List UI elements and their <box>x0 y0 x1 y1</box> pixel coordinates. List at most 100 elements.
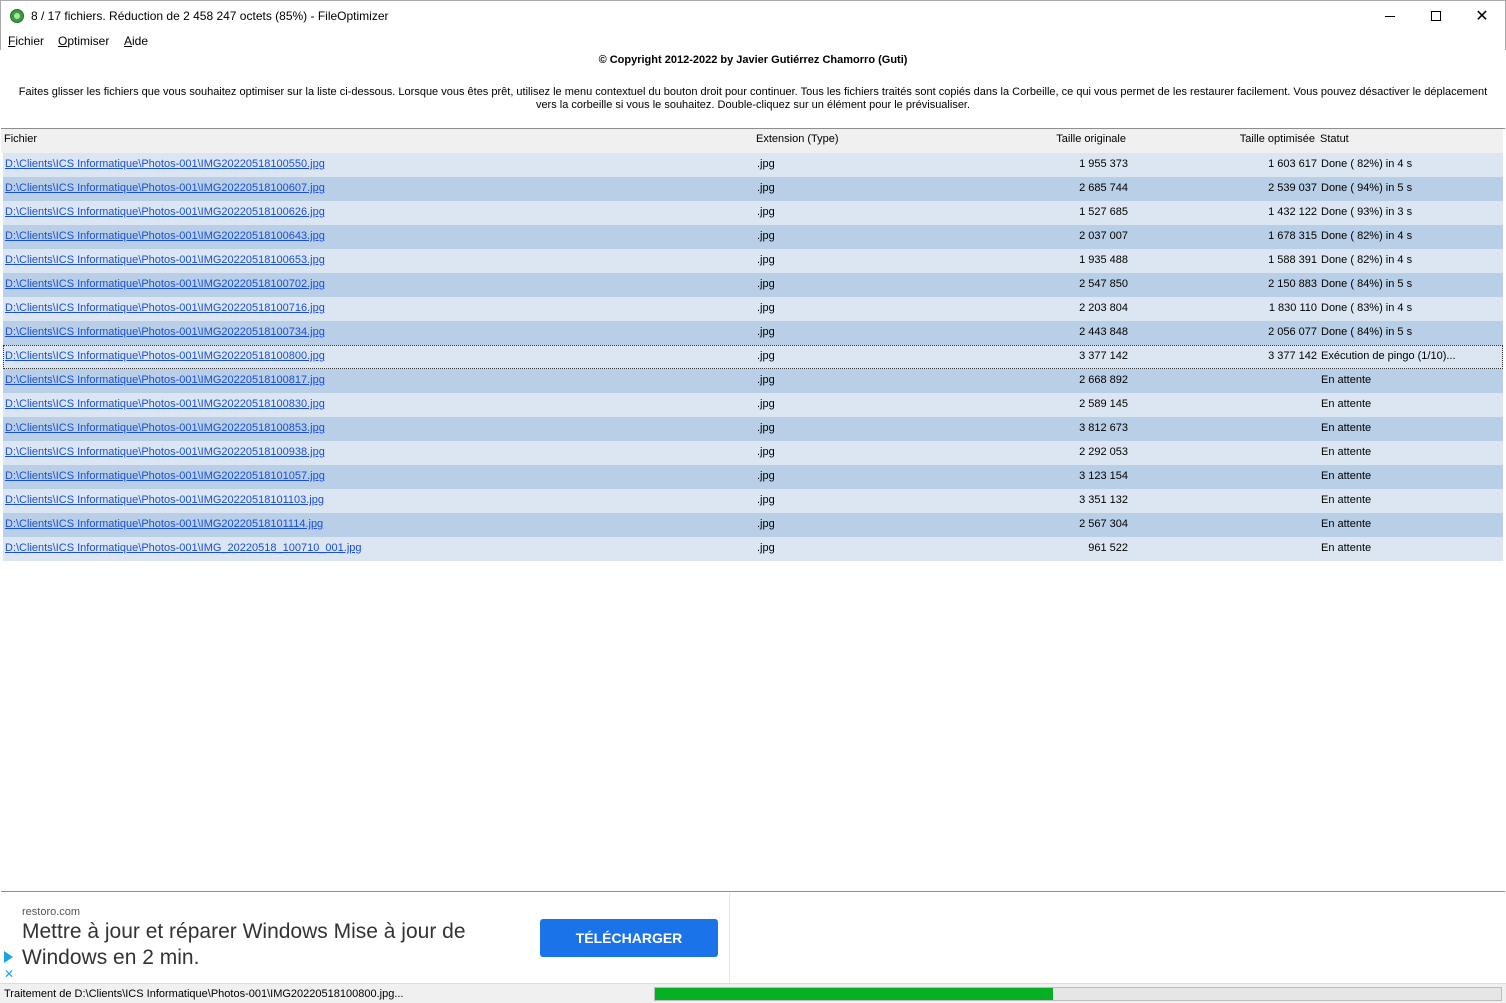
table-row[interactable]: D:\Clients\ICS Informatique\Photos-001\I… <box>3 225 1503 249</box>
file-path-cell[interactable]: D:\Clients\ICS Informatique\Photos-001\I… <box>5 158 325 170</box>
table-row[interactable]: D:\Clients\ICS Informatique\Photos-001\I… <box>3 369 1503 393</box>
progress-bar <box>654 987 1502 1001</box>
menu-optimiser[interactable]: Optimiser <box>58 34 109 48</box>
file-path-cell[interactable]: D:\Clients\ICS Informatique\Photos-001\I… <box>5 470 325 482</box>
progress-fill <box>655 988 1053 1000</box>
optimized-size-cell: 1 603 617 <box>1268 158 1317 170</box>
optimized-size-cell: 1 830 110 <box>1268 302 1317 314</box>
minimize-icon <box>1385 15 1395 17</box>
original-size-cell: 2 589 145 <box>1079 398 1128 410</box>
file-path-cell[interactable]: D:\Clients\ICS Informatique\Photos-001\I… <box>5 446 325 458</box>
ad-download-button[interactable]: TÉLÉCHARGER <box>540 919 718 957</box>
column-header-status[interactable]: Statut <box>1320 133 1349 145</box>
window-title: 8 / 17 fichiers. Réduction de 2 458 247 … <box>31 9 389 23</box>
table-row[interactable]: D:\Clients\ICS Informatique\Photos-001\I… <box>3 537 1503 561</box>
original-size-cell: 3 351 132 <box>1079 494 1128 506</box>
file-path-cell[interactable]: D:\Clients\ICS Informatique\Photos-001\I… <box>5 206 325 218</box>
file-path-cell[interactable]: D:\Clients\ICS Informatique\Photos-001\I… <box>5 374 325 386</box>
status-cell: En attente <box>1321 446 1372 458</box>
ad-choices-play-icon[interactable] <box>4 951 13 963</box>
status-cell: Exécution de pingo (1/10)... <box>1321 350 1456 362</box>
table-row[interactable]: D:\Clients\ICS Informatique\Photos-001\I… <box>3 465 1503 489</box>
status-cell: Done ( 84%) in 5 s <box>1321 326 1413 338</box>
table-row[interactable]: D:\Clients\ICS Informatique\Photos-001\I… <box>3 201 1503 225</box>
table-row[interactable]: D:\Clients\ICS Informatique\Photos-001\I… <box>3 321 1503 345</box>
column-header-file[interactable]: Fichier <box>4 133 37 145</box>
file-path-cell[interactable]: D:\Clients\ICS Informatique\Photos-001\I… <box>5 254 325 266</box>
file-path-cell[interactable]: D:\Clients\ICS Informatique\Photos-001\I… <box>5 422 325 434</box>
menu-fichier[interactable]: Fichier <box>8 34 44 48</box>
status-cell: En attente <box>1321 494 1372 506</box>
original-size-cell: 2 203 804 <box>1079 302 1128 314</box>
column-header-extension[interactable]: Extension (Type) <box>756 133 839 145</box>
menu-aide-mnemonic: A <box>124 34 133 48</box>
file-path-cell[interactable]: D:\Clients\ICS Informatique\Photos-001\I… <box>5 518 323 530</box>
ad-headline[interactable]: Mettre à jour et réparer Windows Mise à … <box>22 919 522 971</box>
file-list[interactable]: Fichier Extension (Type) Taille original… <box>1 128 1505 892</box>
optimized-size-cell: 1 678 315 <box>1268 230 1317 242</box>
file-path-cell[interactable]: D:\Clients\ICS Informatique\Photos-001\I… <box>5 350 325 362</box>
original-size-cell: 1 955 373 <box>1079 158 1128 170</box>
table-row[interactable]: D:\Clients\ICS Informatique\Photos-001\I… <box>3 417 1503 441</box>
status-cell: Done ( 84%) in 5 s <box>1321 278 1413 290</box>
status-cell: En attente <box>1321 398 1372 410</box>
ad-close-icon[interactable]: ✕ <box>4 967 14 981</box>
minimize-button[interactable] <box>1367 1 1413 31</box>
extension-cell: .jpg <box>757 446 775 458</box>
status-cell: Done ( 82%) in 4 s <box>1321 230 1413 242</box>
file-path-cell[interactable]: D:\Clients\ICS Informatique\Photos-001\I… <box>5 398 325 410</box>
file-path-cell[interactable]: D:\Clients\ICS Informatique\Photos-001\I… <box>5 182 325 194</box>
maximize-icon <box>1431 11 1441 21</box>
extension-cell: .jpg <box>757 542 775 554</box>
table-row[interactable]: D:\Clients\ICS Informatique\Photos-001\I… <box>3 177 1503 201</box>
menu-fichier-rest: ichier <box>15 34 45 48</box>
title-bar: 8 / 17 fichiers. Réduction de 2 458 247 … <box>0 0 1506 31</box>
menu-aide[interactable]: Aide <box>124 34 148 48</box>
table-row[interactable]: D:\Clients\ICS Informatique\Photos-001\I… <box>3 393 1503 417</box>
original-size-cell: 3 377 142 <box>1079 350 1128 362</box>
original-size-cell: 3 812 673 <box>1079 422 1128 434</box>
table-row[interactable]: D:\Clients\ICS Informatique\Photos-001\I… <box>3 513 1503 537</box>
original-size-cell: 1 527 685 <box>1079 206 1128 218</box>
extension-cell: .jpg <box>757 518 775 530</box>
optimized-size-cell: 1 588 391 <box>1268 254 1317 266</box>
extension-cell: .jpg <box>757 470 775 482</box>
original-size-cell: 2 292 053 <box>1079 446 1128 458</box>
optimized-size-cell: 2 150 883 <box>1268 278 1317 290</box>
ad-banner[interactable]: restoro.com Mettre à jour et réparer Win… <box>1 893 729 983</box>
table-row[interactable]: D:\Clients\ICS Informatique\Photos-001\I… <box>3 249 1503 273</box>
original-size-cell: 3 123 154 <box>1079 470 1128 482</box>
file-path-cell[interactable]: D:\Clients\ICS Informatique\Photos-001\I… <box>5 542 362 554</box>
file-path-cell[interactable]: D:\Clients\ICS Informatique\Photos-001\I… <box>5 278 325 290</box>
original-size-cell: 2 037 007 <box>1079 230 1128 242</box>
extension-cell: .jpg <box>757 422 775 434</box>
status-cell: En attente <box>1321 542 1372 554</box>
table-row[interactable]: D:\Clients\ICS Informatique\Photos-001\I… <box>3 345 1503 369</box>
extension-cell: .jpg <box>757 326 775 338</box>
file-path-cell[interactable]: D:\Clients\ICS Informatique\Photos-001\I… <box>5 302 325 314</box>
status-cell: En attente <box>1321 470 1372 482</box>
table-row[interactable]: D:\Clients\ICS Informatique\Photos-001\I… <box>3 153 1503 177</box>
close-icon: ✕ <box>1475 6 1489 25</box>
column-header-optimized-size[interactable]: Taille optimisée <box>1131 133 1315 145</box>
maximize-button[interactable] <box>1413 1 1459 31</box>
ad-domain[interactable]: restoro.com <box>22 906 80 918</box>
instructions-text: Faites glisser les fichiers que vous sou… <box>18 86 1488 111</box>
column-header-original-size[interactable]: Taille originale <box>901 133 1126 145</box>
close-button[interactable]: ✕ <box>1459 1 1505 31</box>
file-path-cell[interactable]: D:\Clients\ICS Informatique\Photos-001\I… <box>5 230 325 242</box>
original-size-cell: 2 668 892 <box>1079 374 1128 386</box>
extension-cell: .jpg <box>757 374 775 386</box>
table-row[interactable]: D:\Clients\ICS Informatique\Photos-001\I… <box>3 297 1503 321</box>
app-icon[interactable] <box>10 9 24 23</box>
status-cell: En attente <box>1321 374 1372 386</box>
file-path-cell[interactable]: D:\Clients\ICS Informatique\Photos-001\I… <box>5 494 324 506</box>
table-row[interactable]: D:\Clients\ICS Informatique\Photos-001\I… <box>3 273 1503 297</box>
table-row[interactable]: D:\Clients\ICS Informatique\Photos-001\I… <box>3 441 1503 465</box>
file-path-cell[interactable]: D:\Clients\ICS Informatique\Photos-001\I… <box>5 326 325 338</box>
extension-cell: .jpg <box>757 398 775 410</box>
copyright-text: © Copyright 2012-2022 by Javier Gutiérre… <box>598 54 908 66</box>
table-row[interactable]: D:\Clients\ICS Informatique\Photos-001\I… <box>3 489 1503 513</box>
original-size-cell: 2 685 744 <box>1079 182 1128 194</box>
original-size-cell: 2 547 850 <box>1079 278 1128 290</box>
